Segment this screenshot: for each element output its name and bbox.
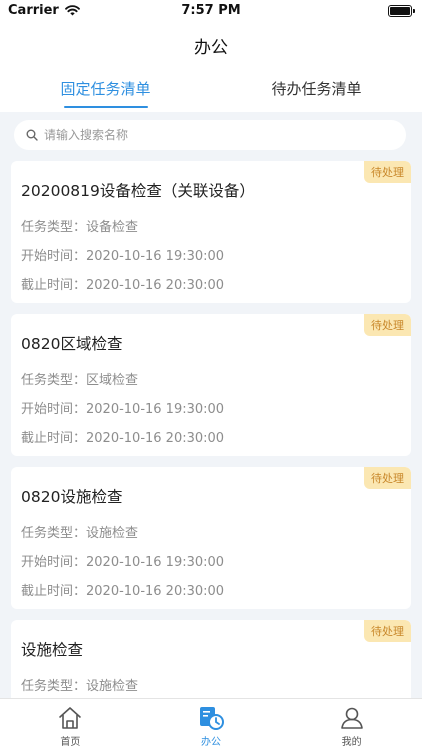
search-input[interactable] [44, 128, 384, 142]
task-list: 待处理 20200819设备检查（关联设备） 任务类型：设备检查 开始时间：20… [11, 161, 411, 750]
user-icon [340, 707, 363, 729]
task-start-time: 开始时间：2020-10-16 19:30:00 [21, 402, 225, 417]
status-badge: 待处理 [364, 314, 411, 336]
tabbar-label: 办公 [200, 737, 221, 748]
task-title: 0820设施检查 [21, 488, 123, 506]
task-end-time: 截止时间：2020-10-16 20:30:00 [21, 431, 225, 446]
task-type: 任务类型：设施检查 [21, 526, 139, 541]
tabbar-label: 我的 [341, 737, 362, 748]
task-start-time: 开始时间：2020-10-16 19:30:00 [21, 555, 225, 570]
task-end-time: 截止时间：2020-10-16 20:30:00 [21, 278, 225, 293]
tab-label: 固定任务清单 [60, 80, 151, 98]
task-tabs: 固定任务清单 待办任务清单 [0, 68, 422, 112]
tab-todo-tasks[interactable]: 待办任务清单 [211, 68, 422, 112]
task-start-time: 开始时间：2020-10-16 19:30:00 [21, 249, 225, 264]
tabbar-item-mine[interactable]: 我的 [281, 699, 422, 750]
nav-bar: 办公 [0, 22, 422, 68]
tab-active-indicator [63, 106, 148, 108]
task-title: 设施检查 [21, 641, 84, 659]
task-type: 任务类型：区域检查 [21, 373, 139, 388]
task-type: 任务类型：设施检查 [21, 679, 139, 694]
tab-fixed-tasks[interactable]: 固定任务清单 [0, 68, 211, 112]
tabbar-item-office[interactable]: 办公 [141, 699, 282, 750]
status-bar: Carrier 7:57 PM [0, 0, 422, 22]
task-end-time: 截止时间：2020-10-16 20:30:00 [21, 584, 225, 599]
tab-label: 待办任务清单 [271, 80, 362, 98]
bottom-tab-bar: 首页 办公 我的 [0, 698, 422, 750]
task-card[interactable]: 待处理 0820设施检查 任务类型：设施检查 开始时间：2020-10-16 1… [11, 467, 411, 609]
home-icon [59, 707, 82, 729]
tabbar-label: 首页 [60, 737, 81, 748]
status-badge: 待处理 [364, 467, 411, 489]
status-badge: 待处理 [364, 620, 411, 642]
search-bar [14, 120, 406, 150]
status-badge: 待处理 [364, 161, 411, 183]
task-type: 任务类型：设备检查 [21, 220, 139, 235]
status-time: 7:57 PM [181, 3, 241, 18]
battery-icon [388, 5, 415, 17]
office-clock-icon [199, 707, 224, 730]
search-box[interactable] [14, 120, 406, 150]
page-title: 办公 [194, 37, 228, 58]
task-title: 20200819设备检查（关联设备） [21, 182, 255, 200]
search-icon [26, 129, 38, 141]
task-title: 0820区域检查 [21, 335, 123, 353]
tabbar-item-home[interactable]: 首页 [0, 699, 141, 750]
task-card[interactable]: 待处理 0820区域检查 任务类型：区域检查 开始时间：2020-10-16 1… [11, 314, 411, 456]
task-card[interactable]: 待处理 20200819设备检查（关联设备） 任务类型：设备检查 开始时间：20… [11, 161, 411, 303]
battery-fill [390, 7, 410, 15]
